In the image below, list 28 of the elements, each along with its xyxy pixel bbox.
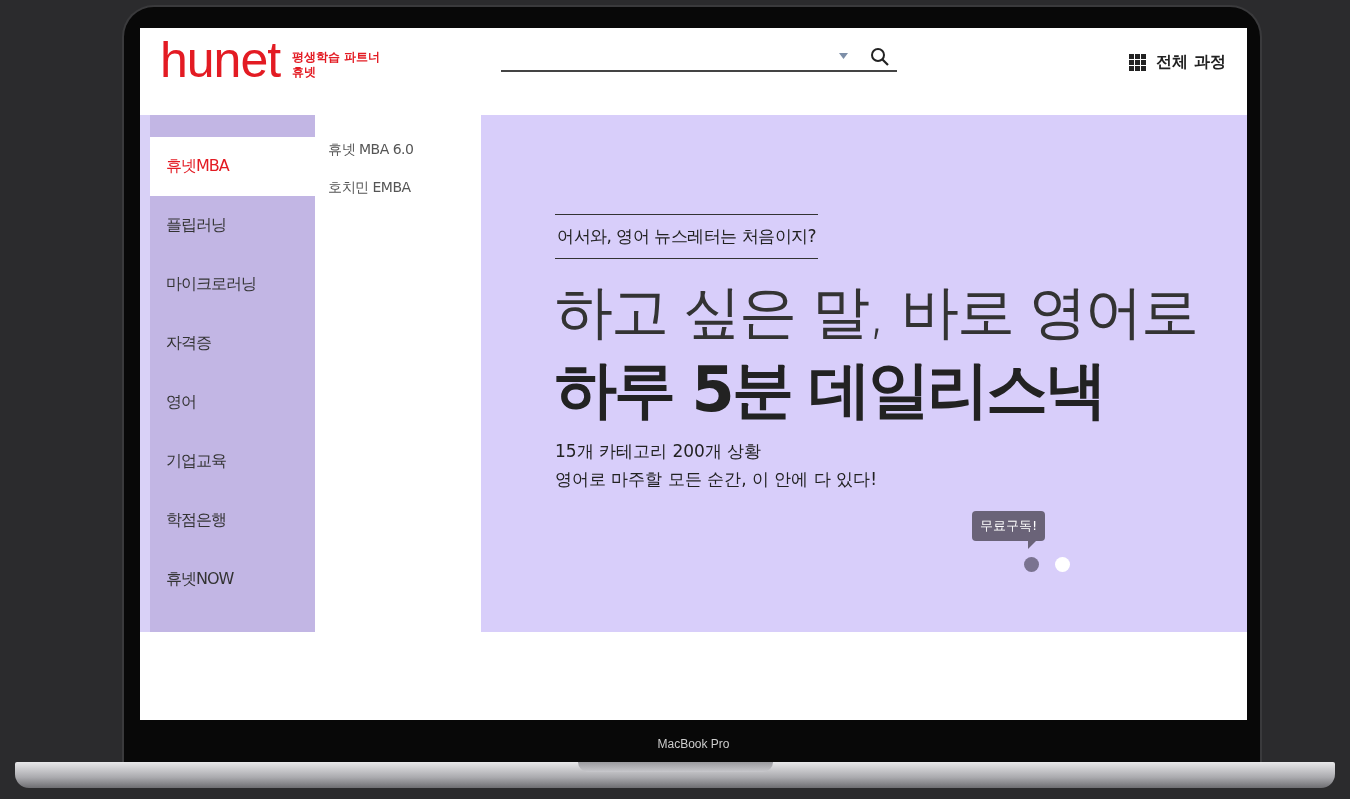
category-item[interactable]: 휴넷NOW	[150, 550, 315, 609]
logo-tagline: 휴넷	[292, 65, 318, 80]
device-label: MacBook Pro	[656, 737, 731, 751]
banner-headline: 하고 싶은 말, 바로 영어로	[555, 277, 1198, 348]
grid-icon	[1129, 54, 1147, 71]
banner-headline-bold: 하루 5분 데일리스낵	[555, 352, 1105, 428]
banner-description: 영어로 마주할 모든 순간, 이 안에 다 있다!	[555, 468, 878, 491]
search-icon[interactable]	[870, 46, 889, 66]
caret-icon[interactable]	[839, 53, 848, 59]
logo-tagline: 평생학습 파트너	[292, 50, 381, 65]
subscribe-tooltip[interactable]: 무료구독!	[972, 511, 1046, 541]
category-item[interactable]: 자격증	[150, 314, 315, 373]
all-courses-button[interactable]: 전체 과정	[1129, 52, 1226, 73]
category-item[interactable]: 플립러닝	[150, 196, 315, 255]
slide-dot[interactable]	[1055, 557, 1070, 572]
banner-tagline: 어서와, 영어 뉴스레터는 처음이지?	[555, 214, 819, 259]
category-item[interactable]: 기업교육	[150, 432, 315, 491]
submenu-link[interactable]: 휴넷 MBA 6.0	[328, 141, 481, 159]
logo-wordmark[interactable]: hunet	[160, 32, 281, 88]
tooltip-pointer	[1028, 541, 1036, 549]
slide-dot[interactable]	[1024, 557, 1039, 572]
category-item[interactable]: 휴넷MBA	[150, 137, 315, 196]
banner-description: 15개 카테고리 200개 상황	[555, 440, 763, 463]
category-item[interactable]: 마이크로러닝	[150, 255, 315, 314]
submenu-link[interactable]: 호치민 EMBA	[328, 179, 481, 197]
category-item[interactable]: 학점은행	[150, 491, 315, 550]
promo-banner[interactable]: 어서와, 영어 뉴스레터는 처음이지? 하고 싶은 말, 바로 영어로 하루 5분 데일리스낵 15개 카테고리 200개 상황 영어로 마주할 모든 순간, 이 안에 다 있다! 무료구독!	[481, 115, 1247, 632]
category-item[interactable]: 영어	[150, 373, 315, 432]
